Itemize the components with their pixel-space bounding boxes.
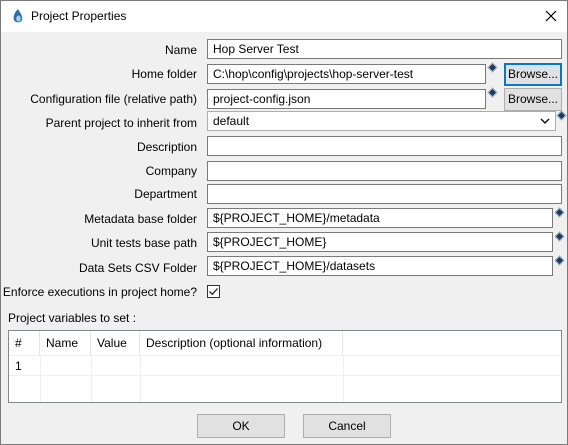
column-header-value[interactable]: Value [91, 331, 140, 355]
unit-tests-path-field[interactable]: ${PROJECT_HOME} [207, 232, 553, 252]
datasets-folder-field[interactable]: ${PROJECT_HOME}/datasets [207, 256, 553, 276]
unit-tests-path-label: Unit tests base path [90, 236, 197, 250]
table-row-number[interactable]: 1 [15, 359, 22, 373]
column-divider [343, 355, 344, 402]
dialog-content: Name Hop Server Test Home folder C:\hop\… [1, 32, 567, 444]
description-label: Description [136, 140, 197, 154]
variable-diamond-icon [554, 255, 565, 266]
config-browse-button[interactable]: Browse... [504, 88, 562, 111]
parent-project-value: default [213, 114, 250, 128]
variable-diamond-icon [556, 110, 567, 121]
metadata-folder-label: Metadata base folder [84, 212, 197, 226]
parent-project-select[interactable]: default [207, 111, 556, 131]
project-variables-label: Project variables to set : [8, 311, 137, 325]
home-folder-label: Home folder [131, 67, 197, 81]
variable-diamond-icon [554, 231, 565, 242]
project-properties-dialog: Project Properties Name Hop Server Test … [0, 0, 568, 445]
hop-logo-icon [13, 9, 23, 23]
config-file-field[interactable]: project-config.json [207, 89, 486, 109]
enforce-label: Enforce executions in project home? [2, 285, 197, 299]
department-label: Department [134, 187, 197, 201]
home-browse-button[interactable]: Browse... [504, 63, 562, 86]
window-title: Project Properties [31, 9, 127, 23]
variable-diamond-icon [487, 87, 498, 98]
column-divider [140, 355, 141, 402]
checkmark-icon [209, 288, 218, 296]
close-icon[interactable] [541, 6, 561, 26]
title-bar: Project Properties [1, 1, 567, 32]
datasets-folder-label: Data Sets CSV Folder [78, 261, 197, 275]
column-header-name[interactable]: Name [40, 331, 91, 355]
parent-project-label: Parent project to inherit from [45, 116, 197, 130]
company-field[interactable] [207, 161, 562, 181]
variable-diamond-icon [554, 207, 565, 218]
cancel-button[interactable]: Cancel [303, 414, 391, 438]
column-header-number[interactable]: # [9, 331, 40, 355]
company-label: Company [145, 164, 197, 178]
variables-table[interactable]: # Name Value Description (optional infor… [8, 330, 562, 403]
department-field[interactable] [207, 184, 562, 204]
home-folder-field[interactable]: C:\hop\config\projects\hop-server-test [207, 64, 486, 84]
name-label: Name [164, 43, 197, 57]
name-field[interactable]: Hop Server Test [207, 39, 562, 59]
description-field[interactable] [207, 136, 562, 156]
column-header-description[interactable]: Description (optional information) [140, 331, 343, 355]
config-file-label: Configuration file (relative path) [30, 92, 197, 106]
column-divider [40, 355, 41, 402]
column-divider [91, 355, 92, 402]
metadata-folder-field[interactable]: ${PROJECT_HOME}/metadata [207, 208, 553, 228]
enforce-checkbox[interactable] [207, 285, 220, 298]
chevron-down-icon [540, 118, 550, 124]
ok-button[interactable]: OK [197, 414, 285, 438]
variable-diamond-icon [487, 62, 498, 73]
